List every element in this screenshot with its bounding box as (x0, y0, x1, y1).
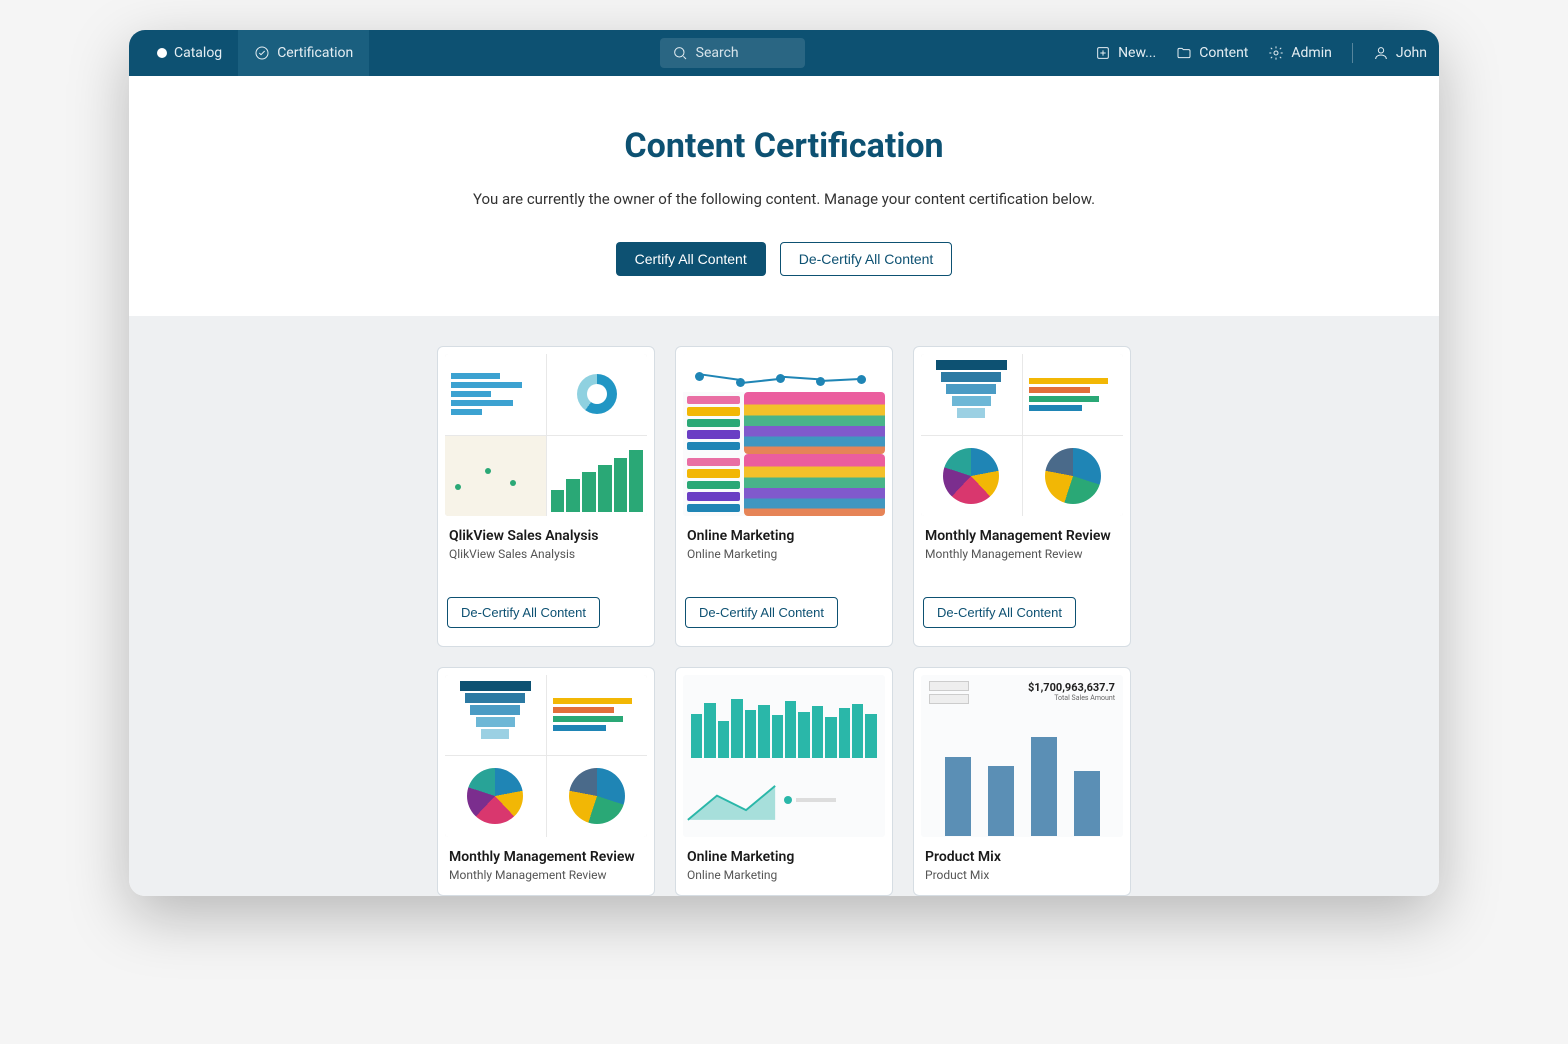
search-icon (672, 45, 688, 61)
nav-catalog[interactable]: Catalog (141, 30, 238, 76)
user-menu[interactable]: John (1373, 45, 1427, 61)
user-label: John (1396, 45, 1427, 61)
card-thumbnail (445, 675, 647, 837)
dot-icon (157, 48, 167, 58)
gear-icon (1268, 45, 1284, 61)
metric-label: Total Sales Amount (1028, 694, 1115, 702)
check-circle-icon (254, 45, 270, 61)
card-title: Online Marketing (683, 849, 885, 865)
cards-area: QlikView Sales Analysis QlikView Sales A… (129, 316, 1439, 896)
admin-label: Admin (1291, 45, 1331, 61)
admin-button[interactable]: Admin (1268, 45, 1331, 61)
content-card[interactable]: Monthly Management Review Monthly Manage… (437, 667, 655, 897)
top-nav: Catalog Certification Search New... Cont… (129, 30, 1439, 76)
nav-certification[interactable]: Certification (238, 30, 369, 76)
card-subtitle: QlikView Sales Analysis (445, 547, 647, 561)
card-thumbnail: $1,700,963,637.7 Total Sales Amount (921, 675, 1123, 837)
card-subtitle: Product Mix (921, 868, 1123, 882)
folder-icon (1176, 45, 1192, 61)
card-title: Monthly Management Review (921, 528, 1123, 544)
card-subtitle: Online Marketing (683, 868, 885, 882)
card-title: Product Mix (921, 849, 1123, 865)
search-placeholder: Search (696, 45, 739, 61)
card-thumbnail (921, 354, 1123, 516)
metric-value: $1,700,963,637.7 (1028, 681, 1115, 694)
nav-catalog-label: Catalog (174, 45, 222, 61)
user-icon (1373, 45, 1389, 61)
search-input[interactable]: Search (660, 38, 805, 68)
certify-all-button[interactable]: Certify All Content (616, 242, 766, 276)
card-subtitle: Online Marketing (683, 547, 885, 561)
nav-certification-label: Certification (277, 45, 353, 61)
card-subtitle: Monthly Management Review (921, 547, 1123, 561)
card-decertify-button[interactable]: De-Certify All Content (447, 597, 600, 628)
decertify-all-button[interactable]: De-Certify All Content (780, 242, 953, 276)
nav-divider (1352, 43, 1353, 63)
page-subtitle: You are currently the owner of the follo… (149, 190, 1419, 208)
card-decertify-button[interactable]: De-Certify All Content (923, 597, 1076, 628)
content-card[interactable]: Online Marketing Online Marketing (675, 667, 893, 897)
card-title: Online Marketing (683, 528, 885, 544)
new-button[interactable]: New... (1095, 45, 1156, 61)
content-card[interactable]: Monthly Management Review Monthly Manage… (913, 346, 1131, 647)
new-label: New... (1118, 45, 1156, 61)
header-section: Content Certification You are currently … (129, 76, 1439, 316)
content-card[interactable]: Online Marketing Online Marketing De-Cer… (675, 346, 893, 647)
card-thumbnail (445, 354, 647, 516)
content-label: Content (1199, 45, 1248, 61)
content-card[interactable]: $1,700,963,637.7 Total Sales Amount Prod… (913, 667, 1131, 897)
card-title: Monthly Management Review (445, 849, 647, 865)
content-card[interactable]: QlikView Sales Analysis QlikView Sales A… (437, 346, 655, 647)
card-thumbnail (683, 354, 885, 516)
content-button[interactable]: Content (1176, 45, 1248, 61)
card-decertify-button[interactable]: De-Certify All Content (685, 597, 838, 628)
app-window: Catalog Certification Search New... Cont… (129, 30, 1439, 896)
card-title: QlikView Sales Analysis (445, 528, 647, 544)
page-title: Content Certification (149, 126, 1419, 166)
plus-square-icon (1095, 45, 1111, 61)
card-thumbnail (683, 675, 885, 837)
card-subtitle: Monthly Management Review (445, 868, 647, 882)
